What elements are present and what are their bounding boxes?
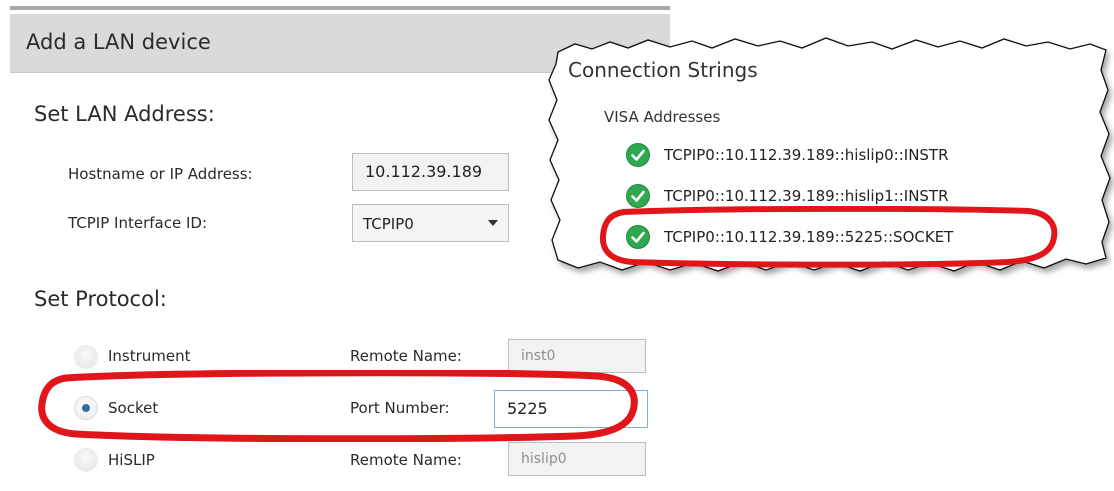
visa-address-text: TCPIP0::10.112.39.189::hislip1::INSTR xyxy=(664,187,949,205)
hislip-remote-name-input[interactable]: hislip0 xyxy=(508,442,646,476)
hislip-remote-name-label: Remote Name: xyxy=(350,451,462,469)
interface-id-select[interactable]: TCPIP0 xyxy=(352,204,509,242)
visa-addresses-subtitle: VISA Addresses xyxy=(604,108,721,126)
connection-strings-title: Connection Strings xyxy=(568,58,758,82)
check-circle-icon xyxy=(626,184,650,208)
visa-address-text: TCPIP0::10.112.39.189::hislip0::INSTR xyxy=(664,146,949,164)
instrument-radio[interactable] xyxy=(74,345,98,369)
chevron-down-icon xyxy=(488,220,498,226)
lan-section-title: Set LAN Address: xyxy=(34,102,215,126)
interface-id-value: TCPIP0 xyxy=(363,215,414,233)
hislip-option-label: HiSLIP xyxy=(108,451,155,469)
hostname-label: Hostname or IP Address: xyxy=(68,165,253,183)
socket-address-highlight xyxy=(599,206,1058,268)
instrument-option-label: Instrument xyxy=(108,347,191,365)
protocol-section-title: Set Protocol: xyxy=(34,287,167,311)
instrument-remote-name-input[interactable]: inst0 xyxy=(508,339,646,373)
panel-title: Add a LAN device xyxy=(26,30,211,54)
hostname-input[interactable]: 10.112.39.189 xyxy=(352,153,509,191)
top-rule xyxy=(10,6,670,10)
socket-row-highlight xyxy=(38,370,638,442)
remote-name-label: Remote Name: xyxy=(350,347,462,365)
hislip-radio[interactable] xyxy=(74,448,98,472)
interface-id-label: TCPIP Interface ID: xyxy=(68,214,207,232)
check-circle-icon xyxy=(626,143,650,167)
